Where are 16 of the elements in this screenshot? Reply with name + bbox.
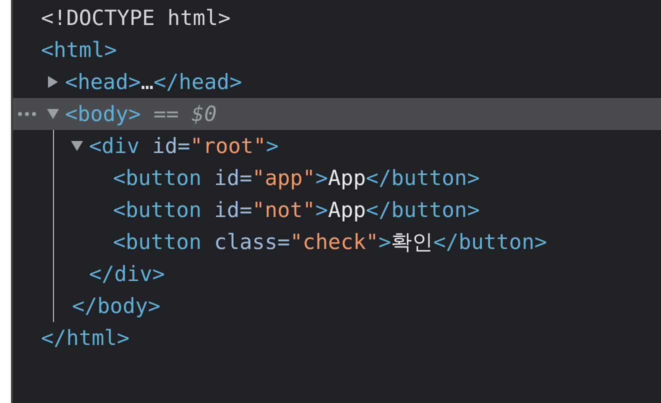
code-line: <!DOCTYPE html> bbox=[41, 5, 231, 32]
code-line: <head>…</head> bbox=[65, 69, 242, 96]
more-options-icon[interactable] bbox=[18, 112, 38, 116]
code-line: </div> bbox=[89, 261, 165, 288]
code-line: <button id="not">App</button> bbox=[113, 197, 480, 224]
code-line: <button id="app">App</button> bbox=[113, 165, 480, 192]
code-line: <html> bbox=[41, 37, 117, 64]
selected-row-highlight[interactable]: <body> == $0 bbox=[13, 98, 661, 130]
collapse-triangle-icon[interactable] bbox=[71, 140, 83, 152]
expand-triangle-icon[interactable] bbox=[47, 76, 59, 88]
code-line: <div id="root"> bbox=[89, 133, 279, 160]
collapse-triangle-icon[interactable] bbox=[47, 108, 59, 120]
code-line: </html> bbox=[41, 325, 130, 352]
code-line: <button class="check">확인</button> bbox=[113, 229, 547, 256]
code-line: <body> == $0 bbox=[65, 101, 217, 128]
code-line: </body> bbox=[72, 293, 161, 320]
